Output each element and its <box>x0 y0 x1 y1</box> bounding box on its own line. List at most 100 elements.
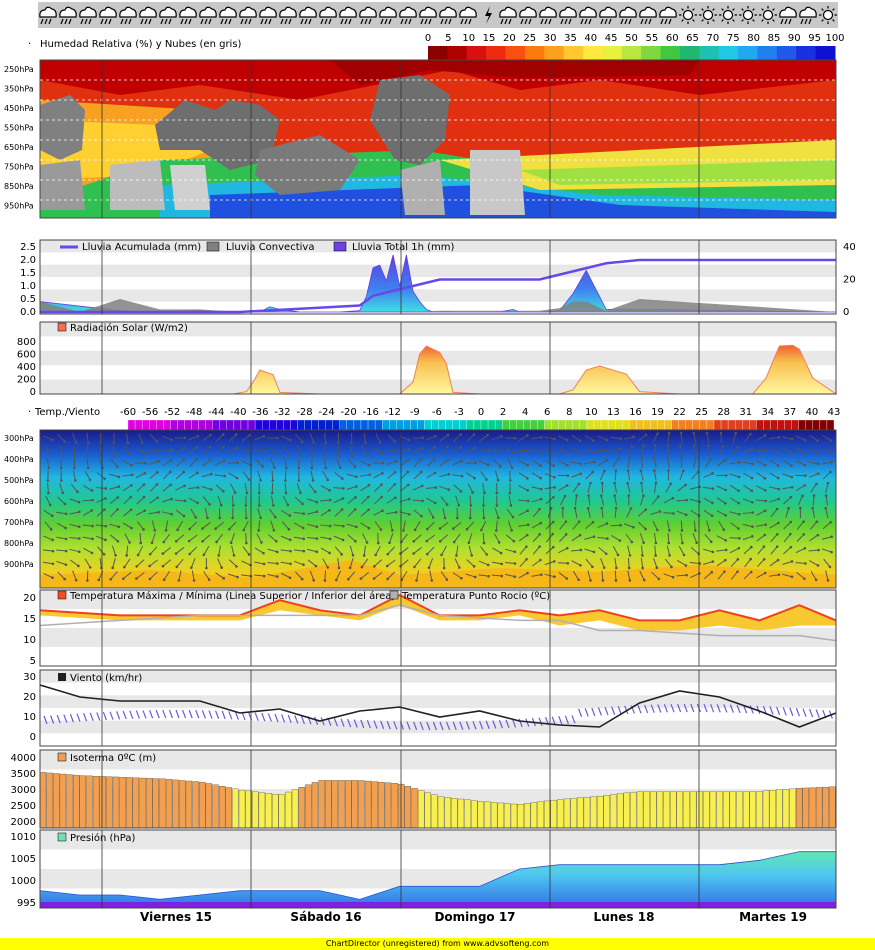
isotherm-bar <box>285 791 292 829</box>
tempwind-scale-cell <box>636 419 644 431</box>
isotherm-bar <box>437 796 445 829</box>
humidity-scale-label: 10 <box>462 33 475 44</box>
tempwind-scale-cell <box>374 419 383 431</box>
axis-tick-label: 0 <box>30 387 36 398</box>
tempwind-scale-cell <box>685 419 693 431</box>
tempwind-scale-labels: -60 -56 -52 -48 -44 -40 -36 -32 -28 -24 -20 -16 -12-… <box>120 407 841 418</box>
humidity-scale-label: 80 <box>747 33 760 44</box>
tempwind-scale-label: -6 <box>432 407 442 418</box>
humidity-level-label: 350hPa <box>4 85 34 94</box>
tempwind-level-label: 600hPa <box>4 497 34 506</box>
tempwind-scale-label: 43 <box>828 407 841 418</box>
tempwind-scale-cell <box>219 419 227 431</box>
isotherm-bar <box>630 791 637 829</box>
tempwind-scale-cell <box>770 419 778 431</box>
tempwind-scale-cell <box>283 419 291 431</box>
humidity-scale-label: 70 <box>707 33 720 44</box>
isotherm-bar <box>252 791 259 829</box>
tempwind-scale-cell <box>367 419 376 431</box>
humidity-scale-swatch <box>641 46 662 60</box>
tempwind-scale-label: -9 <box>410 407 420 418</box>
tempwind-scale-cell <box>805 419 813 431</box>
tempwind-scale-cell <box>339 419 348 431</box>
legend-swatch-dewpoint <box>389 590 399 600</box>
isotherm-bar <box>152 778 159 829</box>
isotherm-bar <box>291 789 299 829</box>
tempwind-scale-cell <box>692 419 701 431</box>
tempwind-level-label: 400hPa <box>4 455 34 464</box>
axis-tick-label: 0 <box>30 732 36 743</box>
axis-tick-label: 30 <box>23 672 36 683</box>
tempwind-scale-label: -48 <box>186 407 202 418</box>
tempwind-scale-cell <box>551 419 559 431</box>
tempwind-scale-label: 19 <box>651 407 664 418</box>
axis-tick-label: 1.5 <box>20 268 36 279</box>
tempwind-scale-cell <box>742 419 750 431</box>
isotherm-bar <box>736 791 743 829</box>
isotherm-bar <box>603 795 611 829</box>
humidity-scale-swatch <box>544 46 565 60</box>
day-label-lunes: Lunes 18 <box>594 910 655 924</box>
humidity-scale-swatch <box>738 46 758 60</box>
isotherm-axis: 4000 3500 3000 2500 2000 <box>11 753 36 828</box>
tempwind-scale-cell <box>163 419 171 431</box>
tempwind-heatmap <box>40 430 836 588</box>
temperature-legend-maxmin: Temperatura Máxima / Mínima (Linea Super… <box>69 590 395 602</box>
tempwind-scale-cell <box>389 419 397 431</box>
tempwind-scale-cell <box>671 419 679 431</box>
tempwind-scale-cell <box>713 419 722 431</box>
tempwind-scale-cell <box>177 419 185 431</box>
tempwind-scale-label: -56 <box>142 407 158 418</box>
tempwind-scale-label: -40 <box>230 407 246 418</box>
tempwind-scale-cell <box>269 419 277 431</box>
tempwind-scale-cell <box>579 419 588 431</box>
isotherm-bar <box>577 797 584 829</box>
isotherm-bar <box>484 801 491 829</box>
tempwind-scale-cell <box>191 419 199 431</box>
isotherm-bar <box>411 788 418 829</box>
tempwind-scale-cell <box>254 419 263 431</box>
isotherm-bar <box>265 793 272 829</box>
tempwind-scale-label: 22 <box>673 407 686 418</box>
humidity-scale-swatch <box>486 46 507 60</box>
isotherm-bar <box>796 788 803 829</box>
isotherm-bar <box>497 802 504 829</box>
tempwind-scale-cell <box>699 419 708 431</box>
tempwind-scale-cell <box>614 419 623 431</box>
tempwind-scale-label: 8 <box>566 407 572 418</box>
humidity-scale-label: 20 <box>503 33 516 44</box>
tempwind-scale-label: -16 <box>363 407 379 418</box>
isotherm-bar <box>358 780 365 829</box>
axis-tick-label: 10 <box>23 635 36 646</box>
tempwind-scale-cell <box>509 419 517 431</box>
isotherm-bar <box>145 778 153 829</box>
humidity-level-label: 250hPa <box>4 65 34 74</box>
isotherm-bar <box>165 779 173 829</box>
isotherm-bar <box>762 790 770 829</box>
isotherm-bar <box>709 791 717 829</box>
humidity-scale-label: 55 <box>645 33 658 44</box>
isotherm-bar <box>126 777 133 829</box>
isotherm-bar <box>331 780 339 829</box>
isotherm-bar <box>524 803 531 829</box>
isotherm-bar <box>490 802 498 829</box>
tempwind-scale-label: -20 <box>340 407 356 418</box>
isotherm-bar <box>53 773 60 829</box>
isotherm-bar <box>557 799 564 829</box>
tempwind-scale-cell <box>600 419 609 431</box>
axis-tick-label: 20 <box>843 275 856 286</box>
isotherm-bar <box>119 777 126 829</box>
humidity-scale-label: 40 <box>584 33 597 44</box>
tempwind-scale-cell <box>537 419 545 431</box>
isotherm-bar <box>802 787 810 829</box>
tempwind-scale-cell <box>141 419 150 431</box>
isotherm-bar <box>782 789 790 829</box>
isotherm-bar <box>258 792 266 829</box>
legend-swatch-maxmin <box>57 590 67 600</box>
humidity-level-label: 650hPa <box>4 143 34 152</box>
tempwind-scale-cell <box>134 419 143 431</box>
isotherm-bar <box>530 802 538 829</box>
tempwind-scale-label: -24 <box>318 407 334 418</box>
isotherm-bar <box>563 798 571 829</box>
tempwind-scale-cell <box>438 419 446 431</box>
